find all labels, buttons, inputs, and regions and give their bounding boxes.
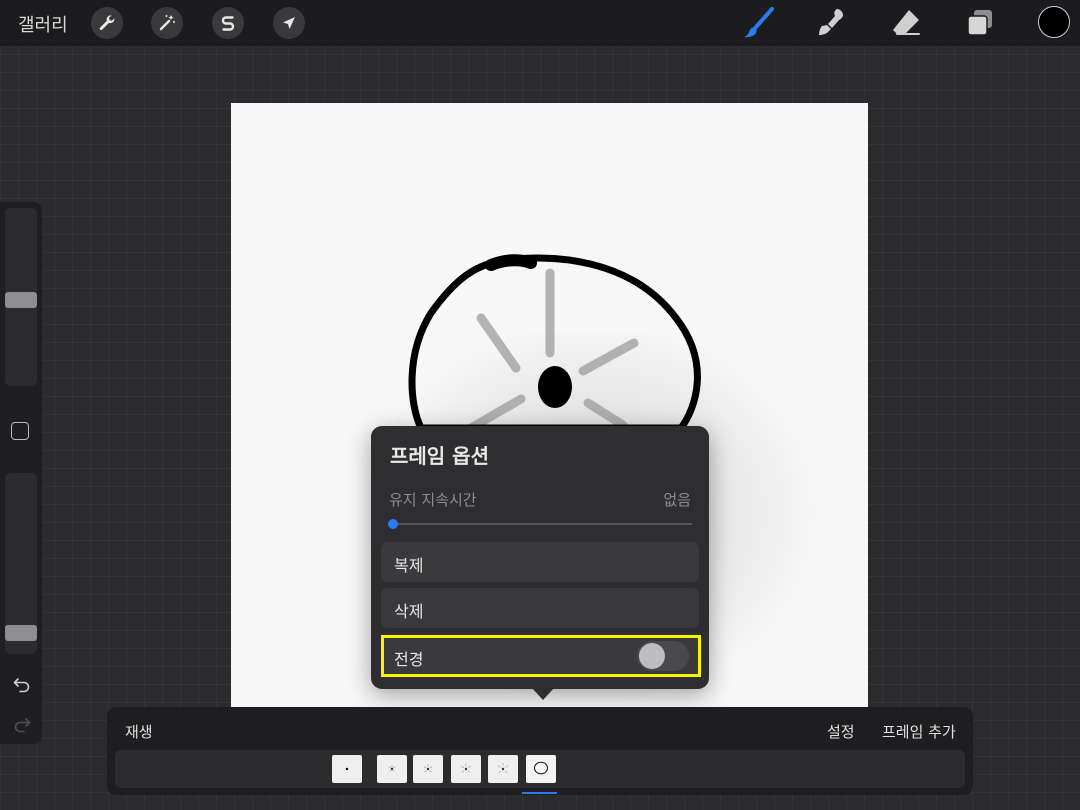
adjustments-button[interactable]: [151, 7, 183, 39]
eraser-icon: [893, 10, 920, 35]
frame-thumbnail[interactable]: [377, 755, 407, 783]
hold-duration-value: 없음: [663, 491, 691, 509]
undo-icon[interactable]: [12, 674, 32, 694]
duplicate-label: 복제: [394, 556, 424, 575]
magic-wand-icon: [159, 15, 175, 31]
frame-thumbnail-selected[interactable]: [526, 755, 556, 783]
layers-icon: [967, 10, 992, 36]
frame-strip: [115, 750, 965, 788]
color-picker-button[interactable]: [1038, 6, 1070, 38]
selection-button[interactable]: [212, 7, 244, 39]
smudge-icon: [819, 9, 843, 35]
brush-tool-button[interactable]: [742, 6, 776, 40]
popover-arrow: [532, 688, 554, 700]
wrench-icon: [99, 15, 115, 31]
transform-button[interactable]: [273, 7, 305, 39]
eraser-tool-button[interactable]: [889, 6, 923, 40]
smudge-tool-button[interactable]: [815, 6, 849, 40]
settings-button[interactable]: 설정: [827, 721, 855, 742]
popover-title: 프레임 옵션: [390, 444, 489, 468]
add-frame-button[interactable]: 프레임 추가: [882, 721, 956, 742]
hold-duration-slider[interactable]: [393, 523, 692, 525]
foreground-highlight-box: [381, 635, 701, 677]
modify-square-icon[interactable]: [11, 422, 29, 440]
selection-s-icon: [221, 16, 235, 31]
transform-arrow-icon: [283, 17, 295, 29]
duplicate-button[interactable]: 복제: [381, 542, 699, 582]
top-toolbar: 갤러리: [0, 0, 1080, 46]
brush-opacity-slider-thumb[interactable]: [5, 624, 37, 641]
frame-thumbnail[interactable]: [488, 755, 518, 783]
frame-thumbnail[interactable]: [332, 755, 362, 783]
brush-icon: [744, 7, 774, 38]
play-button[interactable]: 재생: [125, 721, 153, 742]
animation-timeline: 재생 설정 프레임 추가: [107, 707, 973, 795]
brush-size-slider-thumb[interactable]: [5, 292, 37, 309]
frame-thumbnail[interactable]: [413, 755, 443, 783]
delete-label: 삭제: [394, 602, 424, 621]
gallery-button[interactable]: 갤러리: [18, 11, 68, 37]
redo-icon[interactable]: [12, 714, 32, 734]
delete-button[interactable]: 삭제: [381, 588, 699, 628]
hold-duration-label: 유지 지속시간: [389, 491, 477, 509]
actions-button[interactable]: [91, 7, 123, 39]
hold-duration-slider-thumb[interactable]: [388, 519, 398, 529]
layers-button[interactable]: [963, 6, 997, 40]
frame-thumbnail[interactable]: [451, 755, 481, 783]
selected-frame-indicator: [522, 792, 557, 794]
side-bar: [0, 202, 42, 744]
